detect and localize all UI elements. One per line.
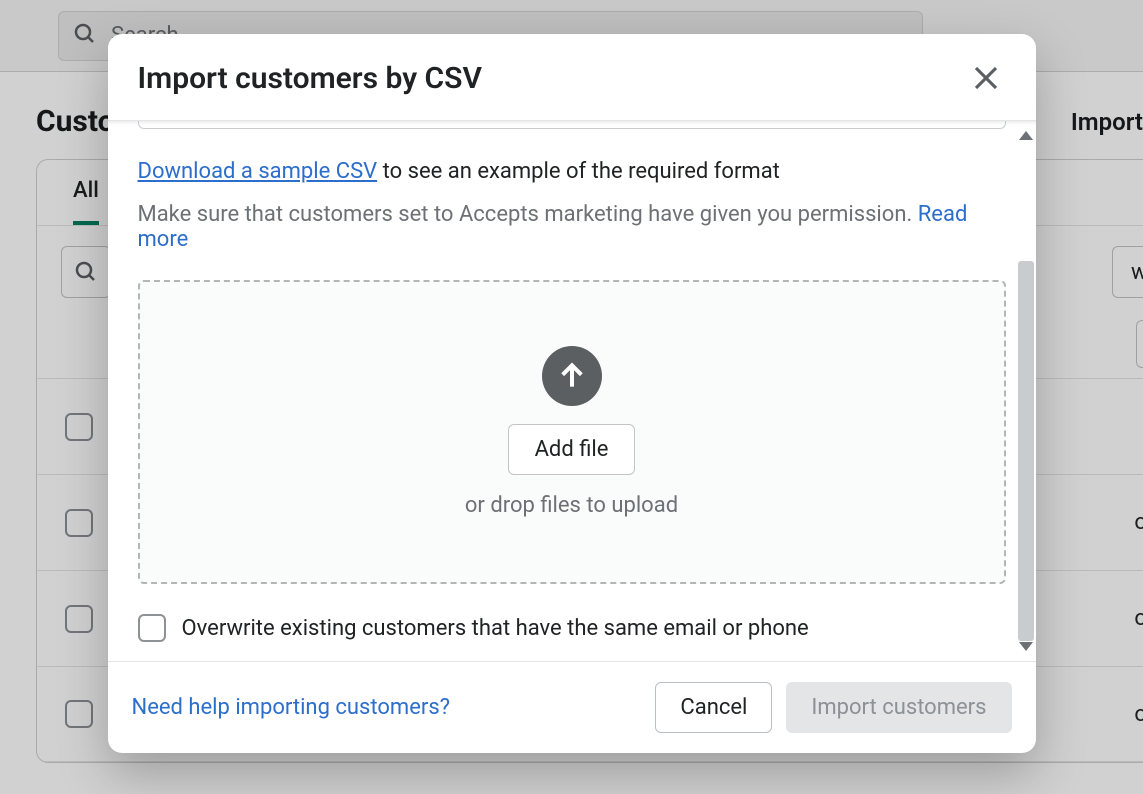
upload-icon [542, 346, 602, 406]
overwrite-option: Overwrite existing customers that have t… [138, 614, 1006, 642]
import-customers-button[interactable]: Import customers [786, 682, 1011, 733]
modal-footer: Need help importing customers? Cancel Im… [108, 661, 1036, 753]
modal-overlay: Import customers by CSV Download a sampl… [0, 0, 1143, 794]
scroll-up-arrow[interactable] [1019, 131, 1033, 140]
overwrite-label: Overwrite existing customers that have t… [182, 616, 809, 641]
download-sample-link[interactable]: Download a sample CSV [138, 159, 378, 184]
close-icon [971, 63, 1001, 93]
marketing-permission-line: Make sure that customers set to Accepts … [138, 202, 1006, 252]
marketing-note-text: Make sure that customers set to Accepts … [138, 202, 918, 227]
close-button[interactable] [966, 58, 1006, 98]
import-csv-modal: Import customers by CSV Download a sampl… [108, 34, 1036, 753]
drop-hint: or drop files to upload [465, 493, 678, 518]
help-link[interactable]: Need help importing customers? [132, 695, 451, 720]
cancel-button[interactable]: Cancel [655, 682, 772, 733]
scroll-down-arrow[interactable] [1019, 642, 1033, 651]
modal-body-wrapper: Download a sample CSV to see an example … [108, 120, 1036, 661]
download-sample-line: Download a sample CSV to see an example … [138, 159, 1006, 184]
previous-field-fragment [138, 121, 1006, 129]
modal-title: Import customers by CSV [138, 61, 482, 96]
modal-header: Import customers by CSV [108, 34, 1036, 120]
overwrite-checkbox[interactable] [138, 614, 166, 642]
modal-scrollbar[interactable] [1018, 131, 1034, 651]
scroll-thumb[interactable] [1018, 261, 1034, 641]
add-file-button[interactable]: Add file [508, 424, 636, 475]
file-dropzone[interactable]: Add file or drop files to upload [138, 280, 1006, 584]
download-sample-rest: to see an example of the required format [377, 159, 780, 184]
modal-body: Download a sample CSV to see an example … [108, 121, 1036, 661]
